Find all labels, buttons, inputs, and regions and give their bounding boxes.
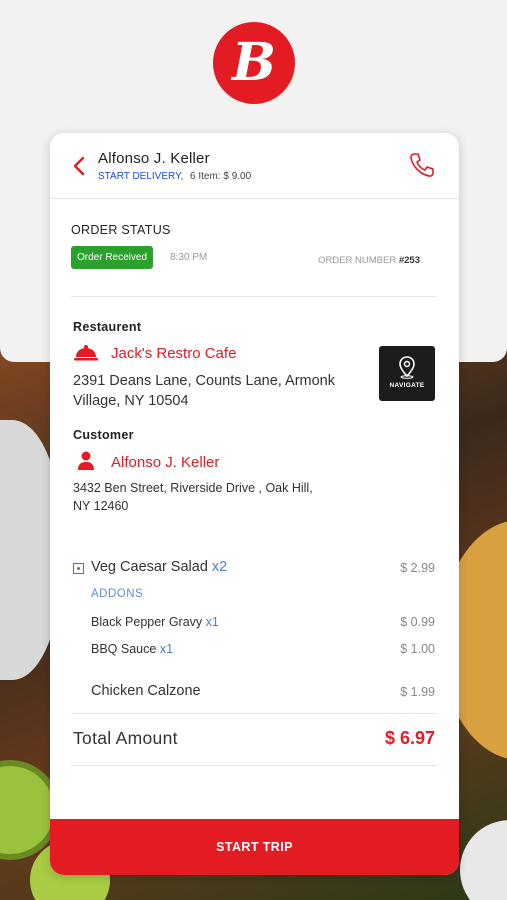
order-number-label: ORDER NUMBER bbox=[318, 255, 397, 266]
start-trip-button[interactable]: START TRIP bbox=[50, 819, 459, 875]
addon-title: Black Pepper Gravy bbox=[91, 615, 203, 629]
addon-name: Black Pepper Gravy x1 bbox=[91, 615, 219, 629]
order-number-value: #253 bbox=[398, 255, 420, 266]
order-time: 8:30 PM bbox=[170, 252, 208, 263]
restaurant-cloche-icon bbox=[74, 345, 98, 361]
addon-name: BBQ Sauce x1 bbox=[91, 642, 173, 656]
veg-indicator-icon bbox=[73, 563, 84, 574]
brand-logo: B bbox=[213, 22, 295, 104]
back-arrow-icon[interactable] bbox=[70, 153, 90, 179]
item-title: Chicken Calzone bbox=[91, 683, 201, 699]
phone-icon[interactable] bbox=[408, 151, 436, 179]
order-status-title: ORDER STATUS bbox=[71, 223, 171, 237]
item-name: Chicken Calzone bbox=[91, 683, 201, 699]
total-label: Total Amount bbox=[73, 728, 178, 748]
navigate-label: NAVIGATE bbox=[389, 382, 425, 389]
person-icon bbox=[78, 451, 94, 470]
header-subtitle: START DELIVERY, 6 Item: $ 9.00 bbox=[98, 171, 251, 182]
item-price: $ 2.99 bbox=[400, 561, 435, 575]
item-title: Veg Caesar Salad bbox=[91, 559, 208, 575]
restaurant-label: Restaurent bbox=[73, 320, 142, 334]
addon-title: BBQ Sauce bbox=[91, 642, 157, 656]
item-name: Veg Caesar Salad x2 bbox=[91, 559, 227, 575]
location-pin-icon bbox=[399, 356, 415, 379]
restaurant-address-line2: Village, NY 10504 bbox=[73, 393, 189, 409]
customer-address-line1: 3432 Ben Street, Riverside Drive , Oak H… bbox=[73, 481, 313, 495]
order-header: Alfonso J. Keller START DELIVERY, 6 Item… bbox=[50, 133, 459, 199]
customer-name: Alfonso J. Keller bbox=[111, 454, 220, 471]
divider bbox=[71, 765, 437, 766]
items-summary: 6 Item: $ 9.00 bbox=[190, 171, 252, 182]
plate-bottom-right bbox=[460, 820, 507, 900]
order-card: Alfonso J. Keller START DELIVERY, 6 Item… bbox=[50, 133, 459, 875]
addon-qty: x1 bbox=[205, 615, 219, 629]
header-customer-name: Alfonso J. Keller bbox=[98, 150, 210, 167]
status-badge: Order Received bbox=[71, 246, 154, 269]
restaurant-name: Jack's Restro Cafe bbox=[111, 345, 237, 362]
addon-price: $ 1.00 bbox=[400, 642, 435, 656]
addons-label: ADDONS bbox=[91, 588, 144, 600]
customer-address-line2: NY 12460 bbox=[73, 499, 129, 513]
start-delivery-link[interactable]: START DELIVERY, bbox=[98, 171, 183, 182]
divider bbox=[71, 296, 437, 297]
item-qty: x2 bbox=[211, 559, 228, 575]
restaurant-address-line1: 2391 Deans Lane, Counts Lane, Armonk bbox=[73, 373, 335, 389]
customer-label: Customer bbox=[73, 428, 134, 442]
addon-price: $ 0.99 bbox=[400, 615, 435, 629]
navigate-button[interactable]: NAVIGATE bbox=[379, 346, 435, 401]
divider bbox=[71, 713, 437, 714]
addon-qty: x1 bbox=[159, 642, 174, 656]
total-value: $ 6.97 bbox=[384, 728, 435, 748]
order-number: ORDER NUMBER #253 bbox=[318, 255, 420, 266]
item-price: $ 1.99 bbox=[400, 685, 435, 699]
